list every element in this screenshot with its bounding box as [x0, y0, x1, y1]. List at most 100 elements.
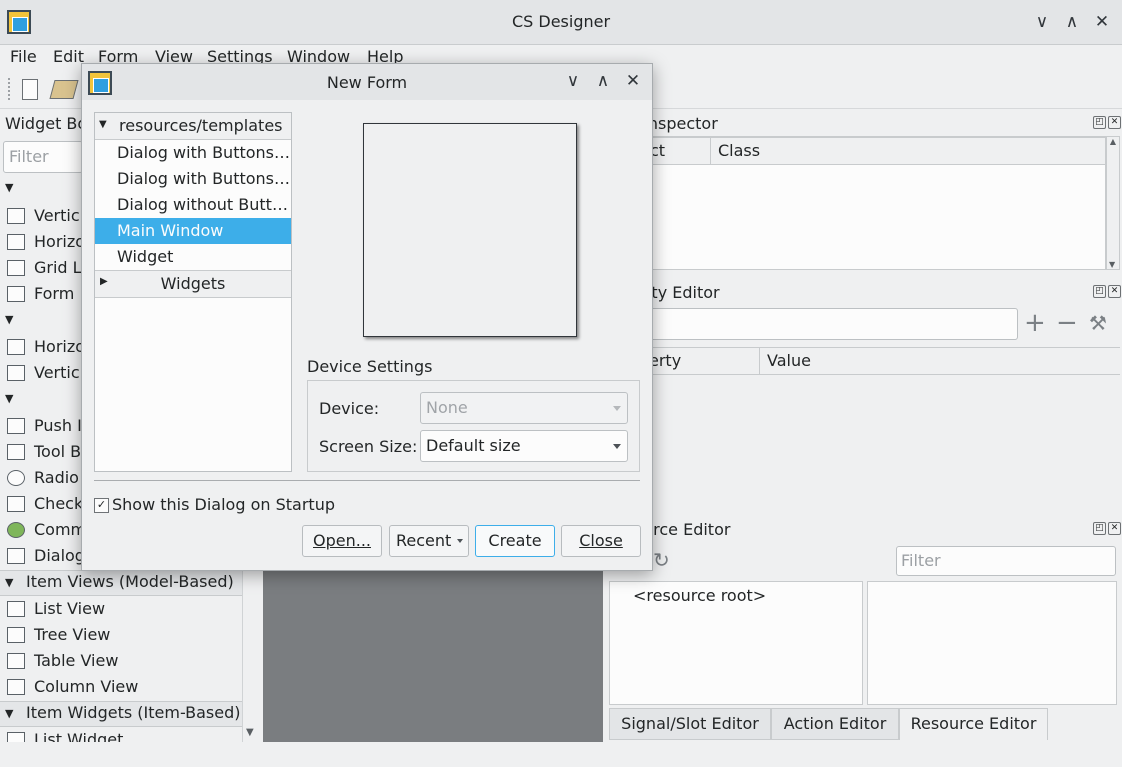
vertical-layout-icon [7, 208, 25, 224]
widget-item[interactable]: List View [0, 596, 242, 622]
collapse-arrow-icon: ▼ [5, 576, 14, 589]
chevron-up-icon: ∧ [596, 71, 610, 91]
resource-root-item[interactable]: <resource root> [633, 586, 766, 605]
widget-item[interactable]: Column View [0, 674, 242, 700]
collapse-arrow-icon: ▼ [5, 707, 14, 720]
resource-editor-title: urce Editor [643, 520, 731, 539]
template-item[interactable]: Dialog with Buttons… [95, 166, 291, 192]
show-on-startup-checkbox[interactable]: ✓ [94, 498, 109, 513]
separator [94, 480, 640, 481]
recent-button[interactable]: Recent [389, 525, 469, 557]
template-item[interactable]: Dialog without Butt… [95, 192, 291, 218]
new-file-icon[interactable] [22, 79, 38, 100]
resource-filter-input[interactable]: Filter [896, 546, 1116, 576]
window-title: CS Designer [511, 12, 611, 31]
template-item[interactable]: Dialog with Buttons… [95, 140, 291, 166]
column-property[interactable]: erty [649, 351, 681, 370]
chevron-down-icon [613, 406, 621, 411]
close-icon: ✕ [625, 71, 641, 91]
tab-resource-editor[interactable]: Resource Editor [899, 708, 1048, 740]
wrench-icon[interactable]: ⚒ [1089, 311, 1107, 335]
template-item-selected[interactable]: Main Window [95, 218, 291, 244]
column-divider [710, 138, 711, 164]
column-view-icon [7, 679, 25, 695]
tree-group-resources-templates[interactable]: ▼ resources/templates [95, 113, 291, 140]
tree-view-icon [7, 627, 25, 643]
device-combo[interactable]: None [420, 392, 628, 424]
menu-file[interactable]: File [10, 47, 37, 66]
collapse-arrow-icon[interactable]: ▼ [5, 181, 13, 194]
column-divider [759, 348, 760, 374]
main-titlebar: CS Designer ∨ ∧ ✕ [0, 0, 1122, 45]
minimize-button[interactable]: ∨ [1031, 11, 1053, 33]
dialog-maximize-button[interactable]: ∧ [592, 70, 614, 92]
menu-edit[interactable]: Edit [53, 47, 84, 66]
widget-item[interactable]: Table View [0, 648, 242, 674]
collapse-arrow-icon[interactable]: ▼ [5, 392, 13, 405]
vertical-spacer-icon [7, 365, 25, 381]
chevron-up-icon: ∧ [1065, 12, 1079, 32]
dropdown-arrow-icon [457, 539, 463, 543]
close-icon: ✕ [1094, 12, 1110, 32]
tab-signal-slot-editor[interactable]: Signal/Slot Editor [609, 708, 771, 740]
object-inspector-scrollbar[interactable]: ▲ ▼ [1106, 136, 1120, 270]
close-window-button[interactable]: ✕ [1091, 11, 1113, 33]
form-preview [363, 123, 577, 337]
tree-group-widgets[interactable]: ▶ Widgets [95, 270, 291, 298]
push-button-icon [7, 418, 25, 434]
widget-item[interactable]: List Widget [0, 727, 242, 742]
category-item-widgets[interactable]: ▼ Item Widgets (Item-Based) [0, 701, 242, 727]
object-inspector-view[interactable]: ct Class [609, 136, 1106, 270]
float-icon[interactable]: ◰ [1093, 522, 1106, 535]
dialog-button-box-icon [7, 548, 25, 564]
create-button[interactable]: Create [475, 525, 555, 557]
add-property-icon[interactable]: + [1024, 310, 1046, 336]
column-class[interactable]: Class [718, 141, 760, 160]
table-view-icon [7, 653, 25, 669]
dialog-close-button[interactable]: ✕ [622, 70, 644, 92]
expanded-arrow-icon: ▼ [99, 119, 107, 130]
list-view-icon [7, 601, 25, 617]
resource-file-view[interactable] [867, 581, 1117, 705]
scroll-down-icon[interactable]: ▼ [246, 727, 254, 738]
close-icon[interactable]: ✕ [1108, 116, 1121, 129]
maximize-button[interactable]: ∧ [1061, 11, 1083, 33]
open-folder-icon[interactable] [49, 80, 79, 99]
float-icon[interactable]: ◰ [1093, 116, 1106, 129]
float-icon[interactable]: ◰ [1093, 285, 1106, 298]
dialog-minimize-button[interactable]: ∨ [562, 70, 584, 92]
template-item[interactable]: Widget [95, 244, 291, 271]
resource-tree[interactable]: <resource root> [609, 581, 863, 705]
right-dock-area: ct Inspector ◰ ✕ ct Class ▲ ▼ erty Editor… [603, 110, 1122, 742]
category-item-views[interactable]: ▼ Item Views (Model-Based) [0, 570, 242, 596]
toolbar-handle[interactable] [8, 78, 13, 100]
chevron-down-icon: ∨ [566, 71, 580, 91]
object-inspector-header: ct Class [610, 137, 1105, 165]
template-tree[interactable]: ▼ resources/templates Dialog with Button… [94, 112, 292, 472]
screen-size-combo[interactable]: Default size [420, 430, 628, 462]
chevron-down-icon [613, 444, 621, 449]
column-value[interactable]: Value [767, 351, 811, 370]
command-link-icon [7, 522, 25, 538]
widget-item[interactable]: Tree View [0, 622, 242, 648]
horizontal-spacer-icon [7, 339, 25, 355]
bottom-tab-bar: Signal/Slot Editor Action Editor Resourc… [609, 708, 1120, 742]
close-button[interactable]: Close [561, 525, 641, 557]
remove-property-icon[interactable]: − [1056, 310, 1078, 336]
form-layout-icon [7, 286, 25, 302]
tool-button-icon [7, 444, 25, 460]
property-filter-input[interactable] [623, 308, 1018, 340]
scroll-down-icon: ▼ [1109, 260, 1116, 269]
open-button[interactable]: Open... [302, 525, 382, 557]
tab-action-editor[interactable]: Action Editor [771, 708, 899, 740]
collapse-arrow-icon[interactable]: ▼ [5, 313, 13, 326]
device-settings-group: Device: None Screen Size: Default size [307, 380, 640, 472]
device-label: Device: [319, 399, 380, 418]
widget-box-filter-input[interactable]: Filter [3, 141, 83, 173]
close-icon[interactable]: ✕ [1108, 285, 1121, 298]
grid-layout-icon [7, 260, 25, 276]
close-icon[interactable]: ✕ [1108, 522, 1121, 535]
reload-icon[interactable]: ↻ [653, 548, 670, 572]
list-widget-icon [7, 732, 25, 742]
check-icon: ✓ [96, 498, 107, 511]
